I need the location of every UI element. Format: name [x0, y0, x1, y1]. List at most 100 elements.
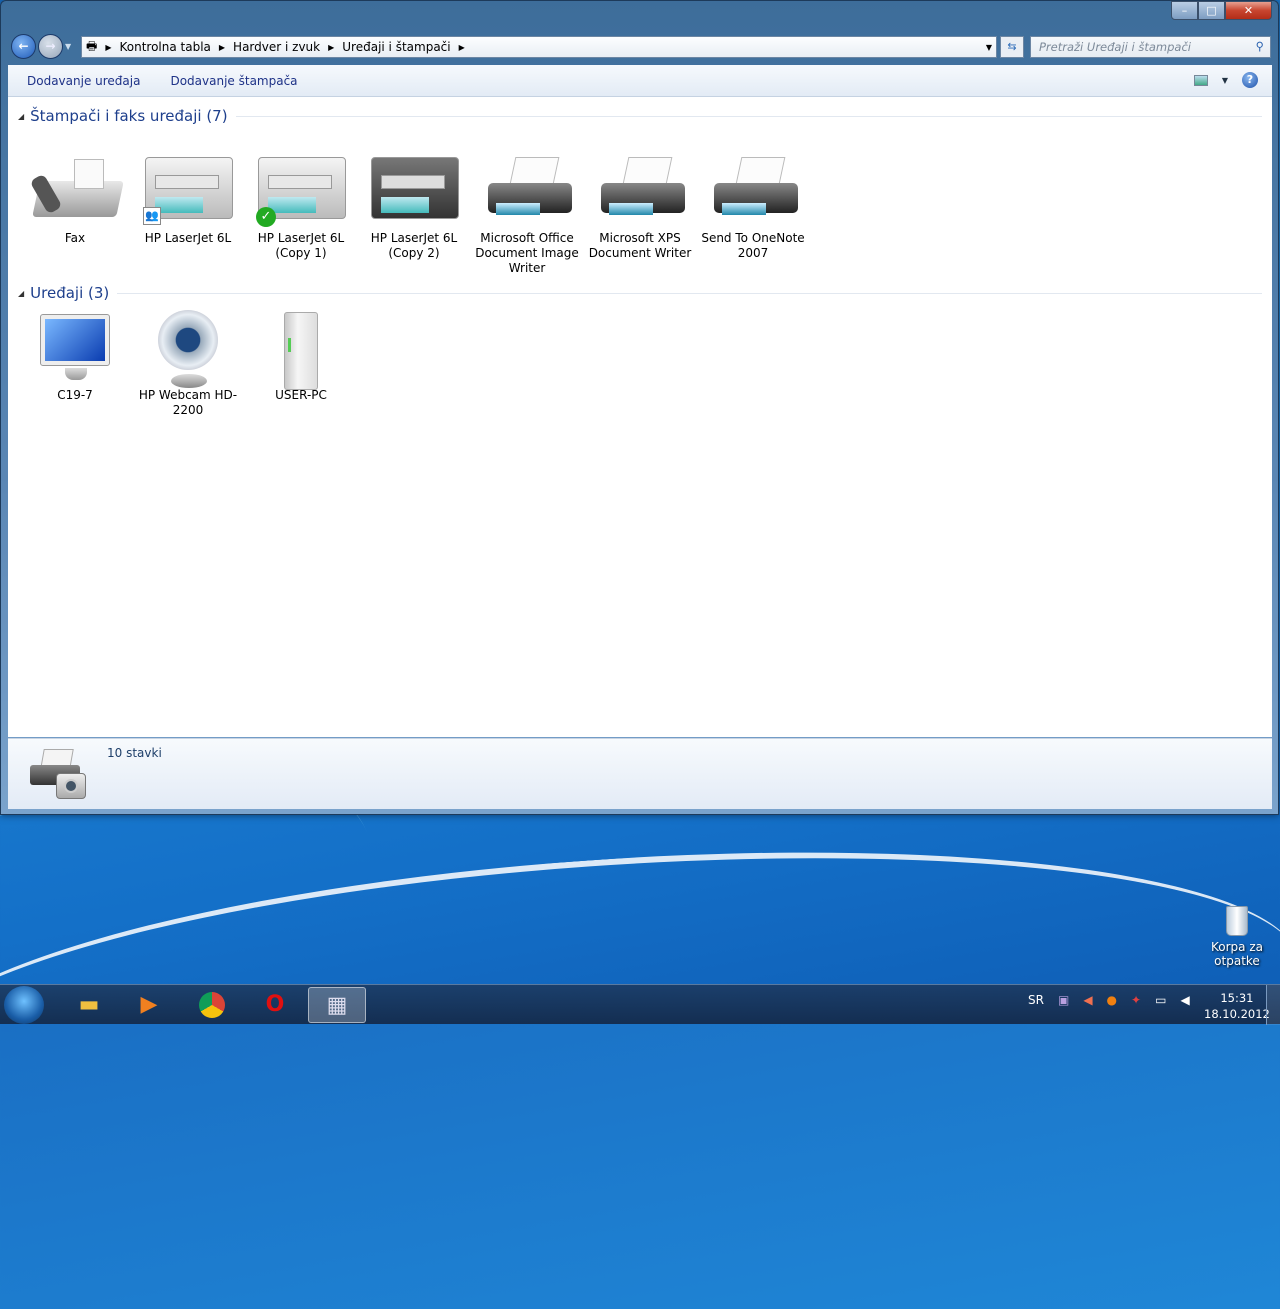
device-item[interactable]: HP Webcam HD-2200: [135, 308, 241, 418]
command-bar: Dodavanje uređaja Dodavanje štampača ▼ ?: [8, 65, 1272, 97]
group-divider: [117, 292, 1262, 294]
chrome-icon: [199, 992, 225, 1018]
onenote-icon[interactable]: ▣: [1058, 993, 1069, 1007]
device-label: HP LaserJet 6L (Copy 2): [370, 231, 458, 260]
clock[interactable]: 15:31 18.10.2012: [1204, 990, 1270, 1022]
refresh-button[interactable]: ⇆: [1000, 36, 1024, 58]
navigation-buttons: ← → ▼: [11, 34, 71, 59]
laser-dark-icon: [369, 151, 459, 231]
show-desktop-button[interactable]: [1266, 985, 1280, 1025]
item-count: 10 stavki: [107, 746, 162, 760]
avast-icon[interactable]: ●: [1107, 993, 1117, 1007]
group-divider: [235, 115, 1262, 117]
group-header[interactable]: ◢ Štampači i faks uređaji (7): [18, 107, 1262, 125]
laser-shared-icon: 👥: [143, 151, 233, 231]
device-label: Send To OneNote 2007: [701, 231, 805, 260]
devices-printers-icon: [30, 749, 88, 801]
monitor-icon: [30, 308, 120, 388]
clock-date: 18.10.2012: [1204, 1007, 1270, 1021]
clock-time: 15:31: [1220, 991, 1254, 1005]
details-pane: 10 stavki: [8, 738, 1272, 809]
shared-overlay-icon: 👥: [143, 207, 161, 225]
taskbar-devices-printers[interactable]: ▦: [308, 987, 366, 1023]
search-icon[interactable]: ⚲: [1256, 39, 1264, 53]
breadcrumb-separator-icon[interactable]: ▶: [105, 43, 111, 52]
printer-icon: [708, 151, 798, 231]
breadcrumb-separator-icon[interactable]: ▶: [219, 43, 225, 52]
recycle-bin-desktop-icon[interactable]: Korpa za otpatke: [1206, 906, 1268, 968]
breadcrumb-hardware-sound[interactable]: Hardver i zvuk: [233, 40, 320, 54]
device-label: Microsoft Office Document Image Writer: [475, 231, 579, 275]
device-item[interactable]: HP LaserJet 6L (Copy 2): [361, 151, 467, 261]
tools-icon[interactable]: ✦: [1131, 993, 1141, 1007]
printer-icon: [482, 151, 572, 231]
computer-icon: [256, 308, 346, 390]
search-input[interactable]: Pretraži Uređaji i štampači ⚲: [1030, 36, 1271, 58]
volume-icon[interactable]: ◀: [1180, 993, 1189, 1007]
help-button[interactable]: ?: [1242, 72, 1258, 88]
language-indicator[interactable]: SR: [1028, 993, 1044, 1007]
device-label: Fax: [64, 231, 86, 245]
taskbar-chrome[interactable]: [183, 987, 241, 1023]
minimize-button[interactable]: –: [1171, 1, 1198, 20]
device-label: Microsoft XPS Document Writer: [588, 231, 692, 260]
device-item[interactable]: Microsoft XPS Document Writer: [587, 151, 693, 261]
taskbar-explorer[interactable]: ▬: [60, 987, 118, 1023]
group-title: Uređaji (3): [30, 284, 110, 302]
device-label: C19-7: [57, 388, 93, 402]
notification-area: SR ▣ ◀ ● ✦ ▭ ◀: [1028, 993, 1190, 1007]
search-placeholder: Pretraži Uređaji i štampači: [1039, 40, 1191, 54]
device-label: USER-PC: [275, 388, 327, 402]
device-item[interactable]: ✓ HP LaserJet 6L (Copy 1): [248, 151, 354, 261]
recent-pages-dropdown[interactable]: ▼: [65, 42, 71, 51]
control-panel-icon: 🖶: [86, 38, 98, 53]
add-device-button[interactable]: Dodavanje uređaja: [27, 74, 140, 88]
address-history-dropdown[interactable]: ▼: [986, 43, 992, 52]
device-item[interactable]: Microsoft Office Document Image Writer: [474, 151, 580, 276]
folder-icon: ▬: [78, 992, 100, 1017]
device-item[interactable]: Send To OneNote 2007: [700, 151, 806, 261]
opera-icon: O: [265, 992, 285, 1017]
taskbar-media-player[interactable]: ▶: [120, 987, 178, 1023]
device-label: HP Webcam HD-2200: [138, 388, 238, 417]
breadcrumb-separator-icon[interactable]: ▶: [459, 43, 465, 52]
recycle-bin-label: Korpa za otpatke: [1211, 940, 1263, 968]
start-button[interactable]: [4, 986, 44, 1024]
printer-icon: [595, 151, 685, 231]
recycle-bin-icon: [1226, 906, 1248, 936]
network-icon[interactable]: ▭: [1155, 993, 1166, 1007]
maximize-button[interactable]: □: [1198, 1, 1225, 20]
device-label: HP LaserJet 6L: [144, 231, 232, 245]
speaker-icon[interactable]: ◀: [1083, 993, 1092, 1007]
add-printer-button[interactable]: Dodavanje štampača: [170, 74, 297, 88]
media-player-icon: ▶: [140, 992, 158, 1017]
laser-default-icon: ✓: [256, 151, 346, 231]
address-bar[interactable]: 🖶 ▶ Kontrolna tabla ▶ Hardver i zvuk ▶ U…: [81, 36, 997, 58]
back-button[interactable]: ←: [11, 34, 36, 59]
default-printer-check-icon: ✓: [256, 207, 276, 227]
webcam-icon: [143, 308, 233, 388]
device-label: HP LaserJet 6L (Copy 1): [257, 231, 345, 260]
breadcrumb-control-panel[interactable]: Kontrolna tabla: [119, 40, 210, 54]
collapse-triangle-icon[interactable]: ◢: [18, 112, 24, 121]
group-header[interactable]: ◢ Uređaji (3): [18, 284, 1262, 302]
devices-view: ◢ Štampači i faks uređaji (7) Fax 👥 HP Laser…: [8, 97, 1272, 737]
device-item[interactable]: Fax: [22, 151, 128, 246]
device-item[interactable]: USER-PC: [248, 308, 354, 403]
breadcrumb-devices-printers[interactable]: Uređaji i štampači: [342, 40, 450, 54]
window-caption-buttons: – □ ✕: [1171, 1, 1272, 20]
change-view-icon[interactable]: [1193, 74, 1208, 86]
device-item[interactable]: 👥 HP LaserJet 6L: [135, 151, 241, 246]
device-item[interactable]: C19-7: [22, 308, 128, 403]
forward-button[interactable]: →: [38, 34, 63, 59]
collapse-triangle-icon[interactable]: ◢: [18, 289, 24, 298]
view-options-dropdown[interactable]: ▼: [1222, 76, 1228, 85]
taskbar-opera[interactable]: O: [246, 987, 304, 1023]
taskbar: ▬ ▶ O ▦ SR ▣ ◀ ● ✦ ▭ ◀ 15:31 18.10.2012: [0, 984, 1280, 1025]
group-title: Štampači i faks uređaji (7): [30, 107, 228, 125]
devices-and-printers-window: – □ ✕ ← → ▼ 🖶 ▶ Kontrolna tabla ▶ Hardve…: [0, 0, 1279, 815]
breadcrumb-separator-icon[interactable]: ▶: [328, 43, 334, 52]
close-button[interactable]: ✕: [1225, 1, 1272, 20]
fax-icon: [29, 151, 124, 231]
devices-printers-icon: ▦: [326, 993, 348, 1018]
